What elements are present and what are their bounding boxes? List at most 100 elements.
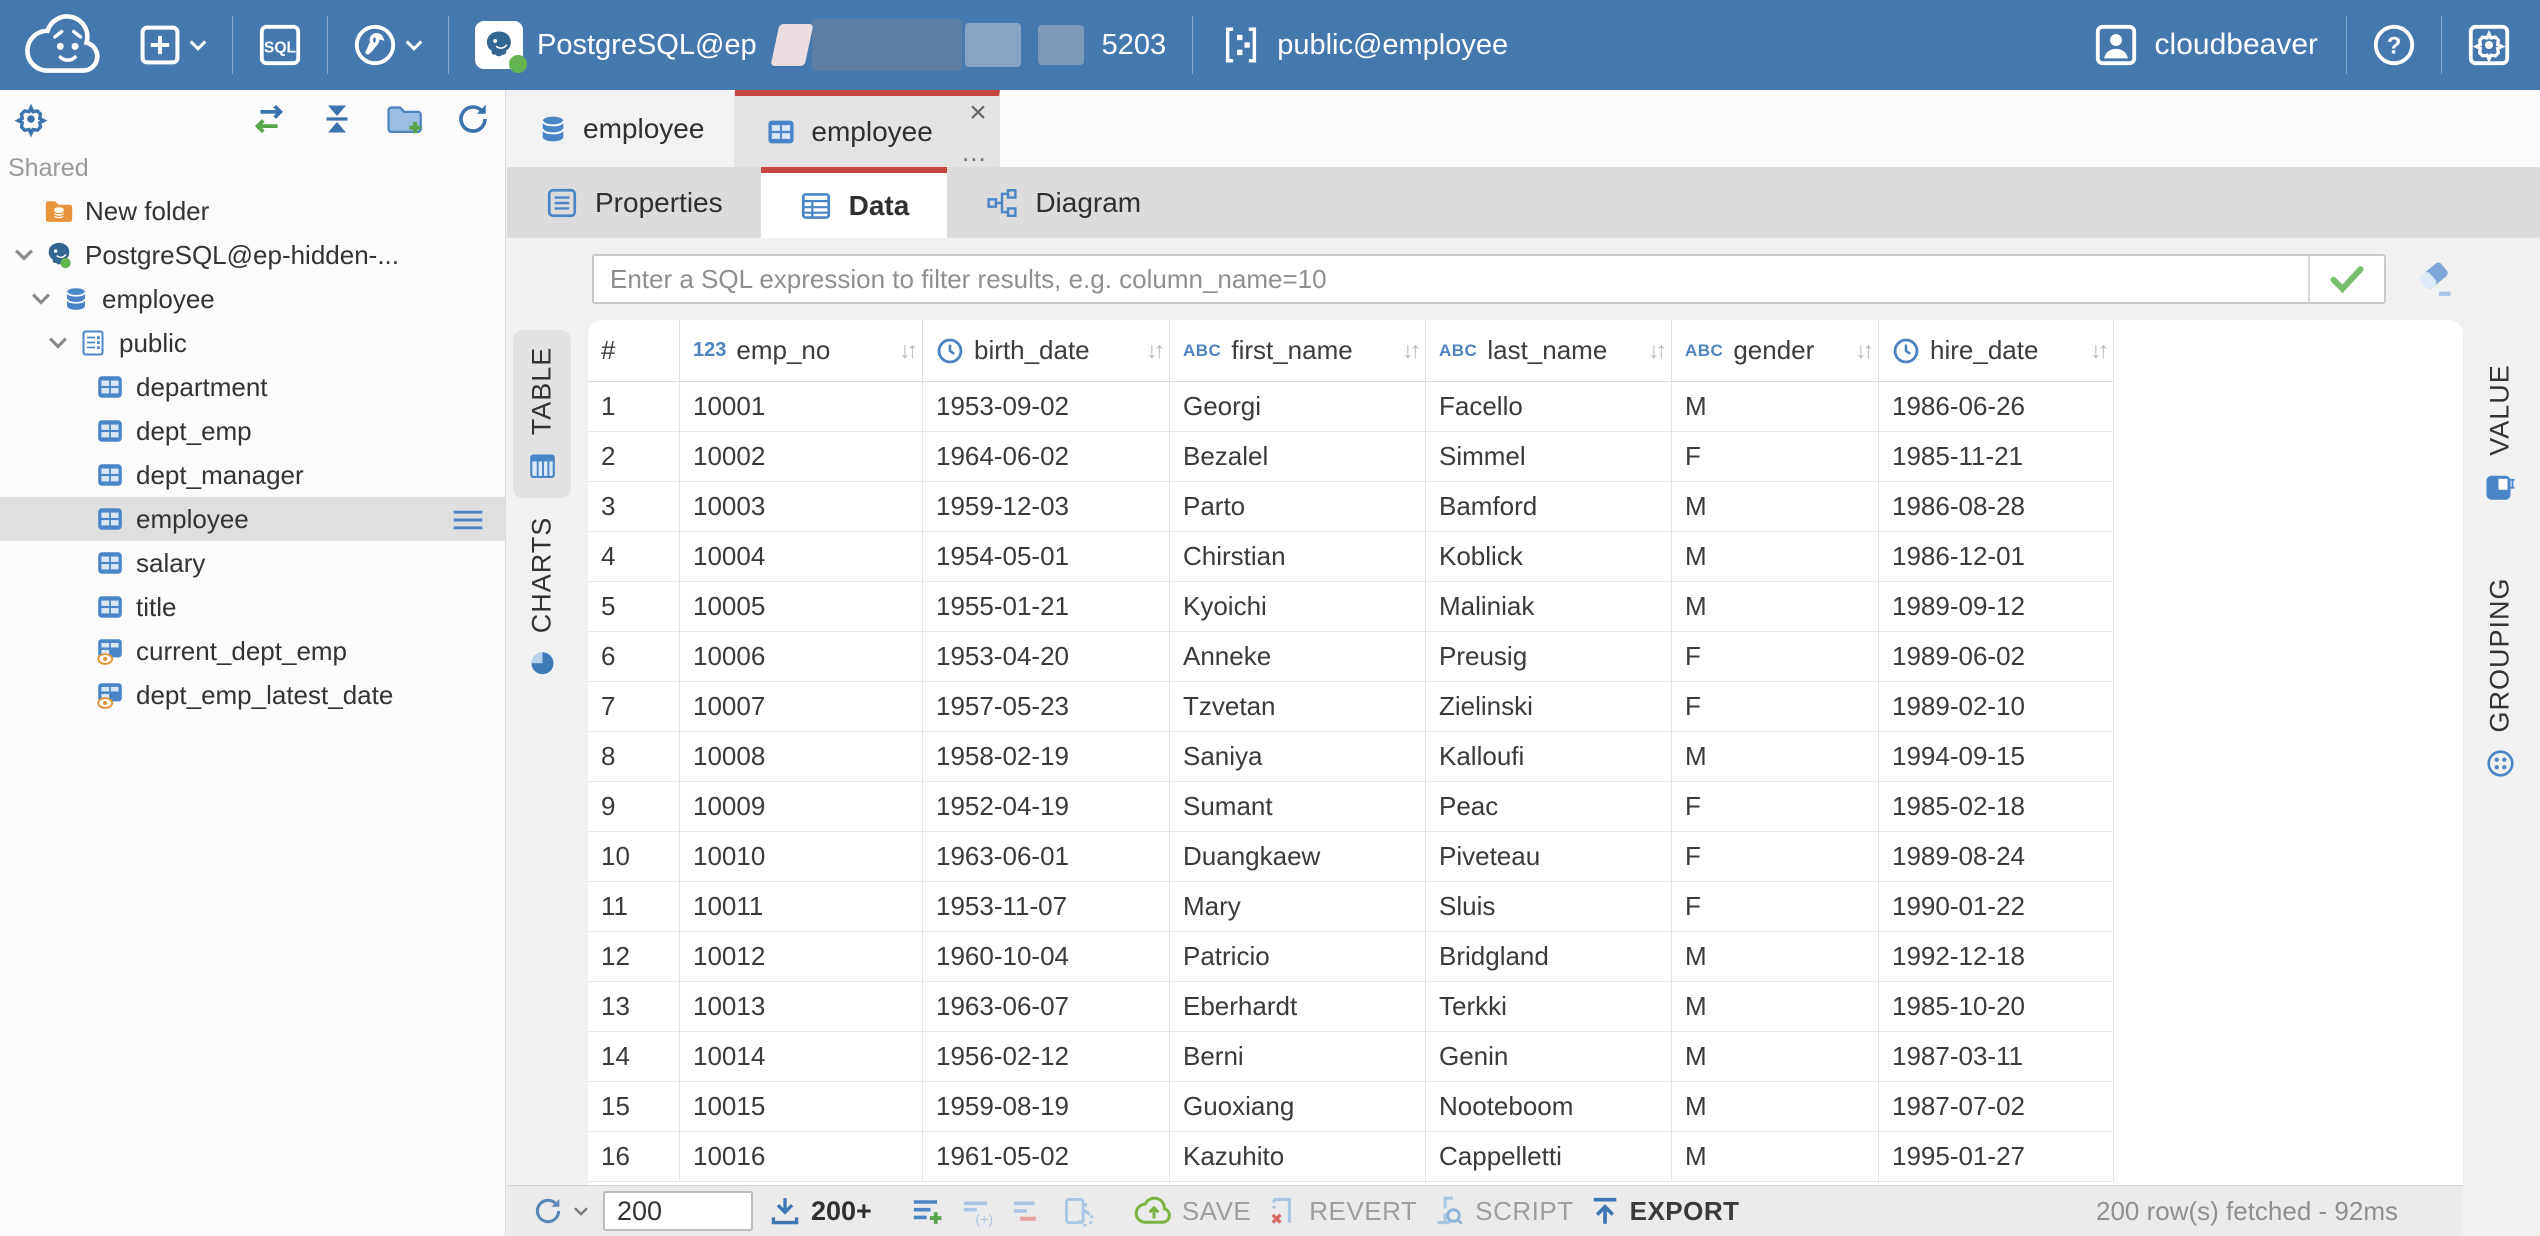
grid-cell[interactable]: Peac [1426, 782, 1672, 832]
grid-cell[interactable]: 1986-08-28 [1879, 482, 2114, 532]
grid-cell[interactable]: F [1672, 782, 1879, 832]
row-limit-input[interactable] [603, 1191, 753, 1231]
grid-cell[interactable]: 10002 [680, 432, 923, 482]
grid-cell[interactable]: 1958-02-19 [923, 732, 1170, 782]
presentation-tab-charts[interactable]: CHARTS [513, 508, 571, 686]
fetch-more-button[interactable]: 200+ [767, 1193, 872, 1229]
sidebar-item-dept-manager[interactable]: dept_manager [0, 453, 505, 497]
clear-filter-eraser-icon[interactable] [2411, 256, 2457, 302]
row-number-cell[interactable]: 3 [588, 482, 680, 532]
row-number-cell[interactable]: 2 [588, 432, 680, 482]
grid-cell[interactable]: 1952-04-19 [923, 782, 1170, 832]
presentation-tab-table[interactable]: TABLE [513, 330, 571, 498]
grid-cell[interactable]: Mary [1170, 882, 1426, 932]
grid-cell[interactable]: Georgi [1170, 382, 1426, 432]
column-header-hire_date[interactable]: hire_date↓↑ [1879, 320, 2114, 382]
delete-row-button[interactable] [1010, 1193, 1046, 1229]
export-button[interactable]: EXPORT [1588, 1194, 1740, 1228]
sidebar-item-employee[interactable]: employee [0, 277, 505, 321]
script-button[interactable]: SCRIPT [1431, 1193, 1573, 1229]
sort-arrows-icon[interactable]: ↓↑ [1402, 337, 1425, 364]
grid-cell[interactable]: Eberhardt [1170, 982, 1426, 1032]
row-number-cell[interactable]: 7 [588, 682, 680, 732]
grid-cell[interactable]: Bridgland [1426, 932, 1672, 982]
grid-cell[interactable]: Bezalel [1170, 432, 1426, 482]
grid-cell[interactable]: Sumant [1170, 782, 1426, 832]
grid-cell[interactable]: 1987-03-11 [1879, 1032, 2114, 1082]
grid-cell[interactable]: M [1672, 732, 1879, 782]
grid-cell[interactable]: Piveteau [1426, 832, 1672, 882]
column-header-first_name[interactable]: ABCfirst_name↓↑ [1170, 320, 1426, 382]
tab-employee-database[interactable]: employee [507, 90, 735, 167]
column-header-birth_date[interactable]: birth_date↓↑ [923, 320, 1170, 382]
row-number-cell[interactable]: 11 [588, 882, 680, 932]
grid-cell[interactable]: 1986-12-01 [1879, 532, 2114, 582]
grid-cell[interactable]: 1995-01-27 [1879, 1132, 2114, 1182]
grid-cell[interactable]: Kazuhito [1170, 1132, 1426, 1182]
grid-cell[interactable]: 10001 [680, 382, 923, 432]
grid-cell[interactable]: 1985-10-20 [1879, 982, 2114, 1032]
grid-cell[interactable]: Bamford [1426, 482, 1672, 532]
new-connection-button[interactable] [124, 0, 222, 90]
grid-cell[interactable]: 10012 [680, 932, 923, 982]
grid-cell[interactable]: 1989-06-02 [1879, 632, 2114, 682]
sort-arrows-icon[interactable]: ↓↑ [1855, 337, 1878, 364]
column-header-gender[interactable]: ABCgender↓↑ [1672, 320, 1879, 382]
grid-cell[interactable]: 1955-01-21 [923, 582, 1170, 632]
grid-cell[interactable]: 1989-09-12 [1879, 582, 2114, 632]
add-row-button[interactable] [910, 1193, 946, 1229]
grid-cell[interactable]: 10013 [680, 982, 923, 1032]
apply-changes-button[interactable] [1060, 1193, 1096, 1229]
user-menu[interactable]: cloudbeaver [2075, 22, 2336, 68]
grid-cell[interactable]: 10006 [680, 632, 923, 682]
grid-cell[interactable]: 10011 [680, 882, 923, 932]
row-number-cell[interactable]: 15 [588, 1082, 680, 1132]
row-number-cell[interactable]: 1 [588, 382, 680, 432]
row-number-cell[interactable]: 9 [588, 782, 680, 832]
sidebar-item-dept-emp[interactable]: dept_emp [0, 409, 505, 453]
settings-button[interactable] [2452, 0, 2526, 90]
grid-cell[interactable]: M [1672, 1032, 1879, 1082]
grid-cell[interactable]: Facello [1426, 382, 1672, 432]
grid-cell[interactable]: F [1672, 682, 1879, 732]
chevron-down-icon[interactable] [7, 248, 41, 262]
grid-cell[interactable]: Koblick [1426, 532, 1672, 582]
grid-cell[interactable]: Berni [1170, 1032, 1426, 1082]
grid-cell[interactable]: Nooteboom [1426, 1082, 1672, 1132]
grid-cell[interactable]: Chirstian [1170, 532, 1426, 582]
connection-selector[interactable]: PostgreSQL@ep5203 [459, 19, 1182, 71]
grid-cell[interactable]: 10016 [680, 1132, 923, 1182]
row-number-cell[interactable]: 12 [588, 932, 680, 982]
item-actions-menu-icon[interactable] [451, 508, 485, 532]
sql-editor-button[interactable]: SQL [243, 0, 317, 90]
grid-cell[interactable]: Maliniak [1426, 582, 1672, 632]
grid-cell[interactable]: M [1672, 1132, 1879, 1182]
help-button[interactable]: ? [2357, 0, 2431, 90]
grid-cell[interactable]: Zielinski [1426, 682, 1672, 732]
navigator-settings-gear-icon[interactable] [12, 100, 50, 138]
grid-cell[interactable]: 1986-06-26 [1879, 382, 2114, 432]
grid-cell[interactable]: M [1672, 382, 1879, 432]
grid-cell[interactable]: 10010 [680, 832, 923, 882]
panel-tab-value[interactable]: VALUE [2471, 334, 2529, 534]
grid-cell[interactable]: 1987-07-02 [1879, 1082, 2114, 1132]
grid-cell[interactable]: F [1672, 882, 1879, 932]
revert-button[interactable]: REVERT [1265, 1193, 1417, 1229]
row-number-cell[interactable]: 4 [588, 532, 680, 582]
duplicate-row-button[interactable]: (+) [960, 1193, 996, 1229]
grid-cell[interactable]: Saniya [1170, 732, 1426, 782]
grid-cell[interactable]: 1959-12-03 [923, 482, 1170, 532]
driver-manager-button[interactable] [338, 0, 438, 90]
grid-cell[interactable]: M [1672, 532, 1879, 582]
column-header-emp_no[interactable]: 123emp_no↓↑ [680, 320, 923, 382]
grid-cell[interactable]: 1989-02-10 [1879, 682, 2114, 732]
grid-cell[interactable]: 1964-06-02 [923, 432, 1170, 482]
grid-cell[interactable]: 1985-11-21 [1879, 432, 2114, 482]
grid-cell[interactable]: Guoxiang [1170, 1082, 1426, 1132]
grid-cell[interactable]: Patricio [1170, 932, 1426, 982]
grid-cell[interactable]: 1953-09-02 [923, 382, 1170, 432]
sidebar-item-department[interactable]: department [0, 365, 505, 409]
grid-cell[interactable]: 1990-01-22 [1879, 882, 2114, 932]
row-number-cell[interactable]: 6 [588, 632, 680, 682]
grid-cell[interactable]: 1963-06-01 [923, 832, 1170, 882]
